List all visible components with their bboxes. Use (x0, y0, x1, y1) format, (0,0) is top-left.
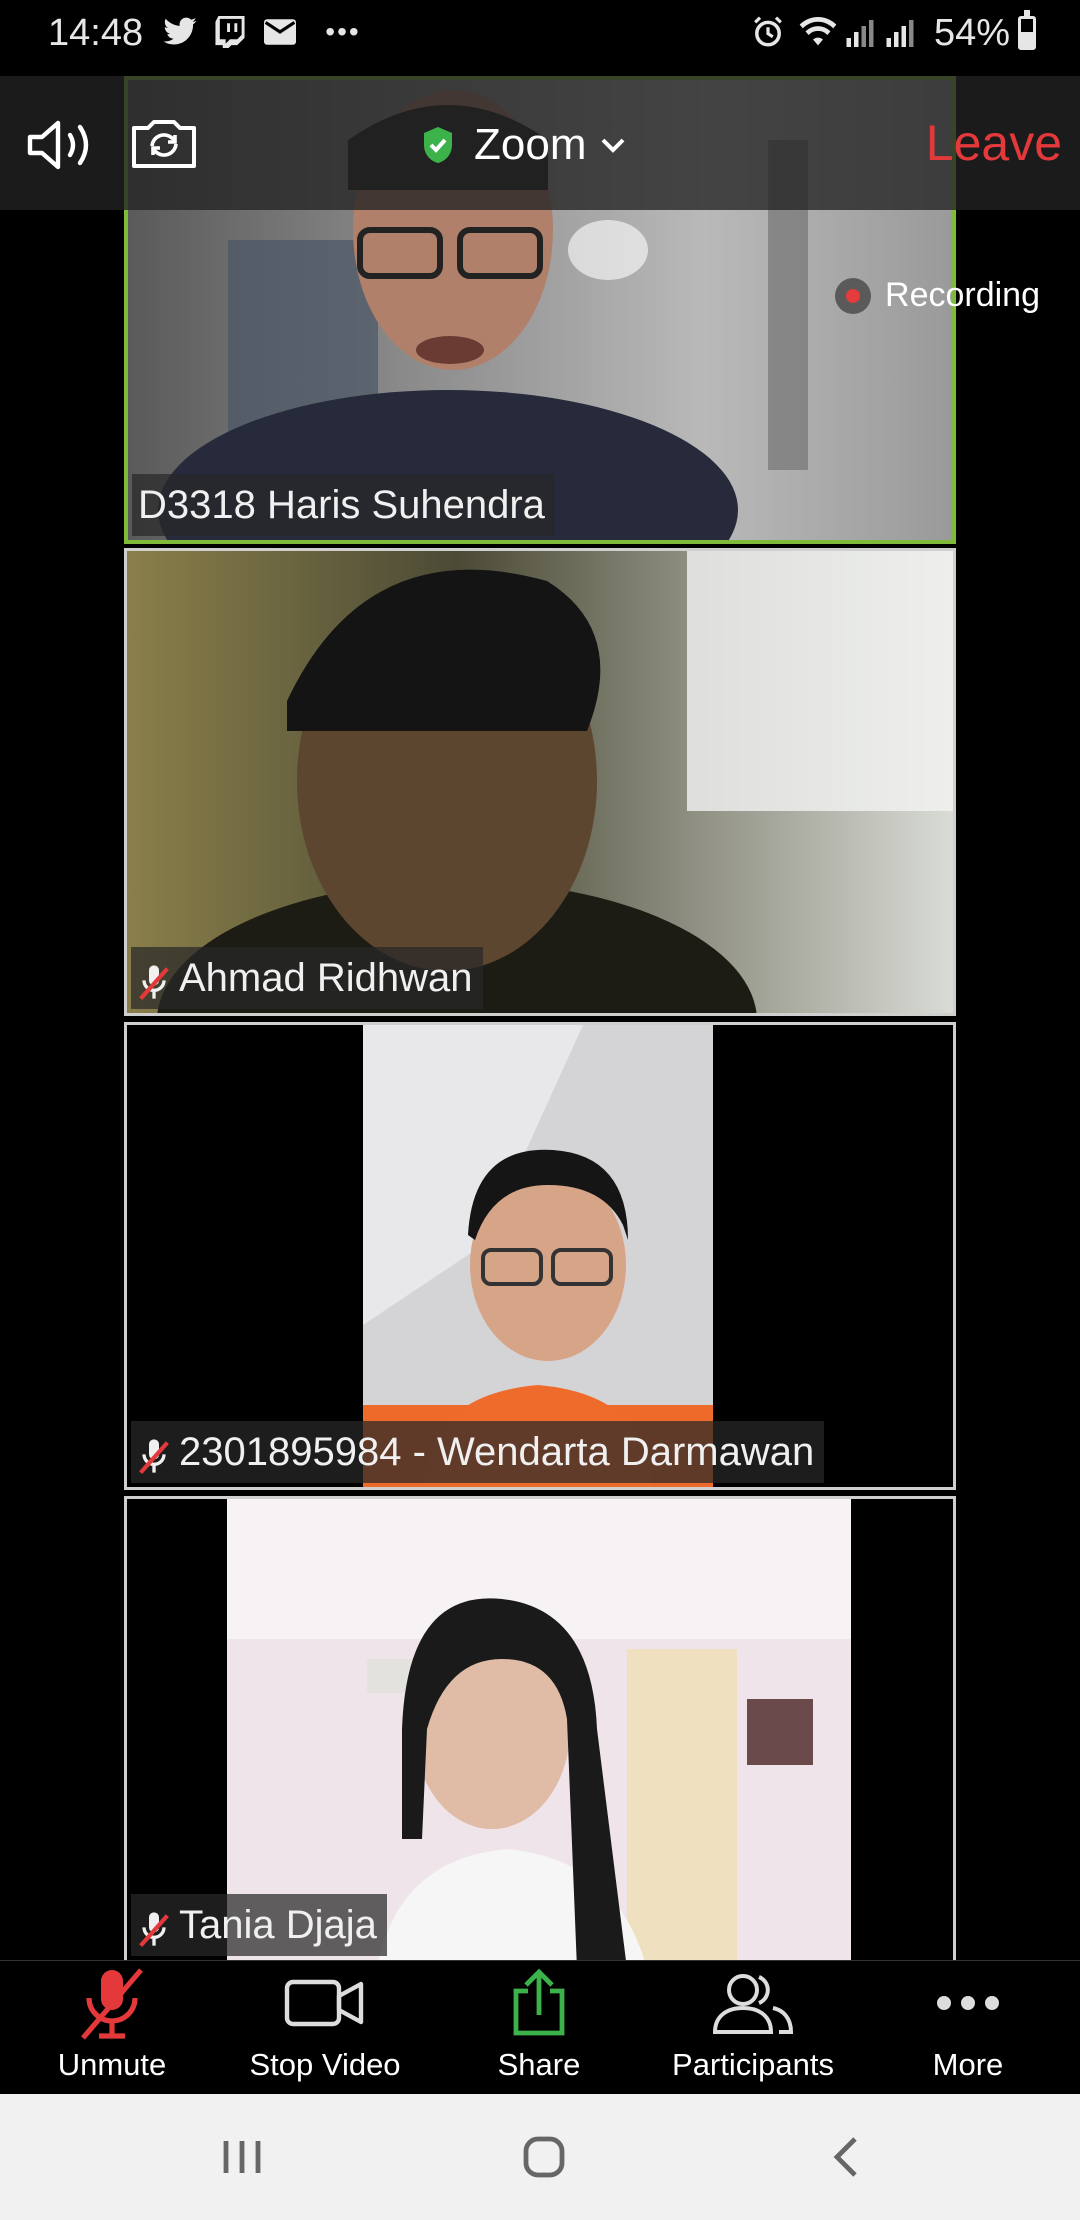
mail-icon (260, 14, 300, 50)
recent-apps-icon (223, 2141, 261, 2173)
participant-video (363, 1025, 713, 1487)
share-label: Share (497, 2047, 581, 2082)
status-bar: 14:48 ••• 54% (0, 0, 1080, 66)
video-camera-icon (225, 1961, 425, 2045)
speaker-icon (27, 120, 89, 170)
back-button[interactable] (786, 2124, 906, 2190)
system-nav-bar (0, 2094, 1080, 2220)
recording-indicator[interactable]: Recording (835, 276, 1040, 315)
video-tile[interactable]: Tania Djaja (124, 1496, 956, 1960)
twitter-icon (160, 14, 200, 50)
share-arrow-icon (439, 1961, 639, 2045)
recent-apps-button[interactable] (182, 2124, 302, 2190)
participant-name: 2301895984 - Wendarta Darmawan (179, 1430, 815, 1474)
status-time: 14:48 (48, 12, 144, 54)
participants-label: Participants (672, 2047, 834, 2082)
muted-mic-icon (137, 1905, 171, 1948)
home-button[interactable] (484, 2124, 604, 2190)
stop-video-label: Stop Video (249, 2047, 401, 2082)
battery-level-fill (1021, 31, 1033, 47)
participant-name-label: Tania Djaja (131, 1894, 387, 1956)
meeting-title-dropdown[interactable]: Zoom (420, 112, 626, 178)
participant-name: D3318 Haris Suhendra (138, 483, 545, 527)
battery-percent: 54% (933, 12, 1010, 54)
twitch-icon (210, 14, 250, 50)
meeting-toolbar: Unmute Stop Video Share Participants Mor… (0, 1960, 1080, 2095)
recording-label: Recording (885, 276, 1040, 314)
muted-mic-icon (137, 958, 171, 1001)
battery-icon (1018, 10, 1036, 50)
chevron-down-icon (602, 138, 625, 153)
wifi-icon (796, 14, 840, 50)
more-dots-icon: ••• (325, 16, 361, 47)
unmute-button[interactable]: Unmute (12, 1961, 212, 2095)
participant-name-label: 2301895984 - Wendarta Darmawan (131, 1421, 825, 1483)
video-tile[interactable]: Ahmad Ridhwan (124, 548, 956, 1016)
unmute-label: Unmute (57, 2047, 167, 2082)
participant-name-label: Ahmad Ridhwan (131, 947, 483, 1009)
secure-shield-icon (424, 127, 452, 163)
meeting-title: Zoom (474, 120, 587, 169)
more-label: More (932, 2047, 1004, 2082)
participant-name-label: D3318 Haris Suhendra (132, 474, 555, 536)
participants-button[interactable]: Participants (653, 1961, 853, 2095)
share-button[interactable]: Share (439, 1961, 639, 2095)
participant-video (127, 551, 953, 1013)
participants-icon (653, 1961, 853, 2045)
recording-dot-icon (835, 277, 872, 314)
leave-meeting-button[interactable]: Leave (926, 110, 1062, 176)
muted-mic-icon (12, 1961, 212, 2045)
muted-mic-icon (137, 1432, 171, 1475)
participant-name: Tania Djaja (179, 1903, 377, 1947)
signal-icon (842, 14, 878, 50)
participant-name: Ahmad Ridhwan (179, 956, 473, 1000)
more-button[interactable]: More (868, 1961, 1068, 2095)
meeting-header: Zoom Leave (0, 76, 1080, 210)
video-tile[interactable]: 2301895984 - Wendarta Darmawan (124, 1022, 956, 1490)
home-icon (523, 2136, 565, 2178)
participant-video (227, 1499, 851, 1960)
more-dots-icon (868, 1961, 1068, 2045)
speaker-toggle-button[interactable] (24, 114, 104, 176)
back-icon (833, 2137, 857, 2177)
stop-video-button[interactable]: Stop Video (225, 1961, 425, 2095)
switch-camera-button[interactable] (128, 116, 200, 172)
signal-icon (882, 14, 918, 50)
switch-camera-icon (132, 120, 196, 168)
alarm-icon (748, 14, 788, 50)
